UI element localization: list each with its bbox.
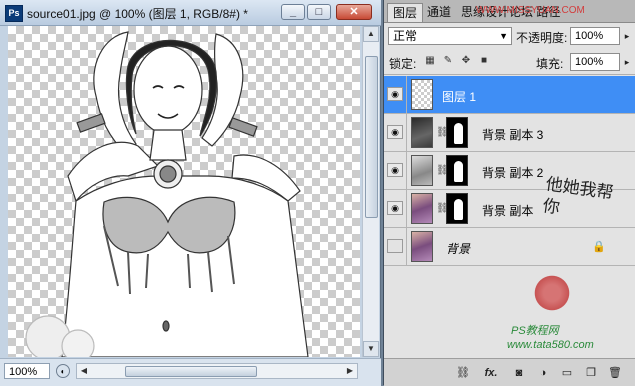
red-seal-stamp — [532, 273, 572, 313]
lock-transparency-icon[interactable]: ▦ — [424, 55, 436, 67]
document-titlebar[interactable]: Ps source01.jpg @ 100% (图层 1, RGB/8#) * … — [0, 0, 381, 26]
sketch-figure — [25, 31, 309, 357]
trash-icon[interactable]: 🗑 — [606, 365, 624, 381]
zoom-field[interactable]: 100% — [4, 363, 50, 379]
lock-icon: 🔒 — [592, 241, 606, 253]
close-icon: ✕ — [349, 6, 359, 18]
eye-icon[interactable]: ◉ — [387, 201, 403, 215]
minimize-icon: _ — [289, 6, 297, 18]
layer-name[interactable]: 背景 副本 — [482, 202, 533, 219]
blend-row: 正常 ▼ 不透明度: 100% ▸ — [384, 24, 635, 50]
adjustment-icon[interactable]: ◑ — [534, 365, 552, 381]
opacity-stepper-icon[interactable]: ▸ — [621, 27, 633, 45]
layer-thumbnail — [411, 117, 433, 148]
horizontal-scroll-thumb[interactable] — [125, 366, 257, 377]
scroll-right-arrow-icon[interactable]: ▶ — [343, 364, 357, 378]
layer-mask-thumbnail[interactable] — [446, 155, 468, 186]
scroll-up-arrow-icon[interactable]: ▲ — [363, 26, 379, 42]
tab-layers[interactable]: 图层 — [387, 3, 424, 22]
eye-icon[interactable]: ◉ — [387, 163, 403, 177]
eye-icon[interactable]: ◉ — [387, 125, 403, 139]
minimize-button[interactable]: _ — [281, 4, 305, 20]
opacity-field[interactable]: 100% — [570, 27, 620, 45]
vertical-scroll-thumb[interactable] — [365, 56, 378, 218]
mask-icon[interactable]: ◙ — [510, 365, 528, 381]
lock-label: 锁定: — [389, 57, 417, 71]
panel-tabs: 图层 通道 思缘设计论坛 路径 WWW.MISSYUAN.COM — [384, 0, 635, 23]
fx-icon[interactable]: fx. — [482, 365, 500, 381]
restore-button[interactable]: □ — [307, 4, 331, 20]
layer-name[interactable]: 图层 1 — [442, 88, 476, 105]
lock-all-icon[interactable]: ■ — [478, 55, 490, 67]
layer-mask-thumbnail[interactable] — [446, 117, 468, 148]
scroll-down-arrow-icon[interactable]: ▼ — [363, 341, 379, 357]
opacity-label: 不透明度: — [516, 31, 568, 45]
document-window: Ps source01.jpg @ 100% (图层 1, RGB/8#) * … — [0, 0, 381, 386]
lock-brush-icon[interactable]: ✎ — [442, 55, 454, 67]
fill-stepper-icon[interactable]: ▸ — [621, 53, 633, 71]
layer-thumbnail — [411, 193, 433, 224]
status-info-icon[interactable]: ◐ — [56, 364, 70, 378]
fill-label: 填充: — [536, 57, 564, 71]
fill-field[interactable]: 100% — [570, 53, 620, 71]
layer-mask-thumbnail[interactable] — [446, 193, 468, 224]
vertical-scrollbar[interactable]: ▲ ▼ — [362, 26, 379, 357]
lock-row: 锁定: ▦ ✎ ✥ ■ 填充: 100% ▸ — [384, 50, 635, 75]
new-layer-icon[interactable]: ❐ — [582, 365, 600, 381]
lock-move-icon[interactable]: ✥ — [460, 55, 472, 67]
layer-thumbnail — [411, 155, 433, 186]
photoshop-icon: Ps — [5, 5, 23, 22]
scroll-left-arrow-icon[interactable]: ◀ — [77, 364, 91, 378]
link-icon[interactable]: ⛓ — [454, 365, 472, 381]
document-title: source01.jpg @ 100% (图层 1, RGB/8#) * — [27, 7, 248, 21]
folder-icon[interactable]: ▭ — [558, 365, 576, 381]
blend-mode-value: 正常 — [393, 29, 418, 43]
restore-icon: □ — [315, 6, 323, 18]
panel-bottom-toolbar: ⛓ fx. ◙ ◑ ▭ ❐ 🗑 — [384, 358, 635, 386]
close-button[interactable]: ✕ — [336, 4, 372, 20]
watermark-top: WWW.MISSYUAN.COM — [476, 5, 585, 16]
eye-off-icon[interactable] — [387, 239, 403, 253]
watermark-url: www.tata580.com — [507, 339, 594, 351]
image-canvas[interactable] — [8, 26, 360, 357]
layer-row[interactable]: 背景 🔒 — [384, 228, 635, 266]
tab-channels[interactable]: 通道 — [422, 3, 456, 22]
watermark-site: PS教程网 — [511, 325, 559, 337]
layer-row[interactable]: ◉ 图层 1 — [384, 76, 635, 114]
layer-name[interactable]: 背景 — [446, 240, 470, 257]
layer-thumbnail — [411, 231, 433, 262]
layer-row[interactable]: ◉ ⛓ 背景 副本 3 — [384, 114, 635, 152]
status-bar: 100% ◐ ◀ ▶ — [0, 358, 381, 386]
eye-icon[interactable]: ◉ — [387, 87, 403, 101]
layer-name[interactable]: 背景 副本 3 — [482, 126, 543, 143]
layers-panel: 图层 通道 思缘设计论坛 路径 WWW.MISSYUAN.COM 正常 ▼ 不透… — [383, 0, 635, 386]
layer-thumbnail — [411, 79, 433, 110]
blend-mode-select[interactable]: 正常 ▼ — [388, 27, 512, 45]
horizontal-scrollbar[interactable]: ◀ ▶ — [76, 363, 358, 379]
layer-name[interactable]: 背景 副本 2 — [482, 164, 543, 181]
chevron-down-icon: ▼ — [499, 31, 508, 41]
